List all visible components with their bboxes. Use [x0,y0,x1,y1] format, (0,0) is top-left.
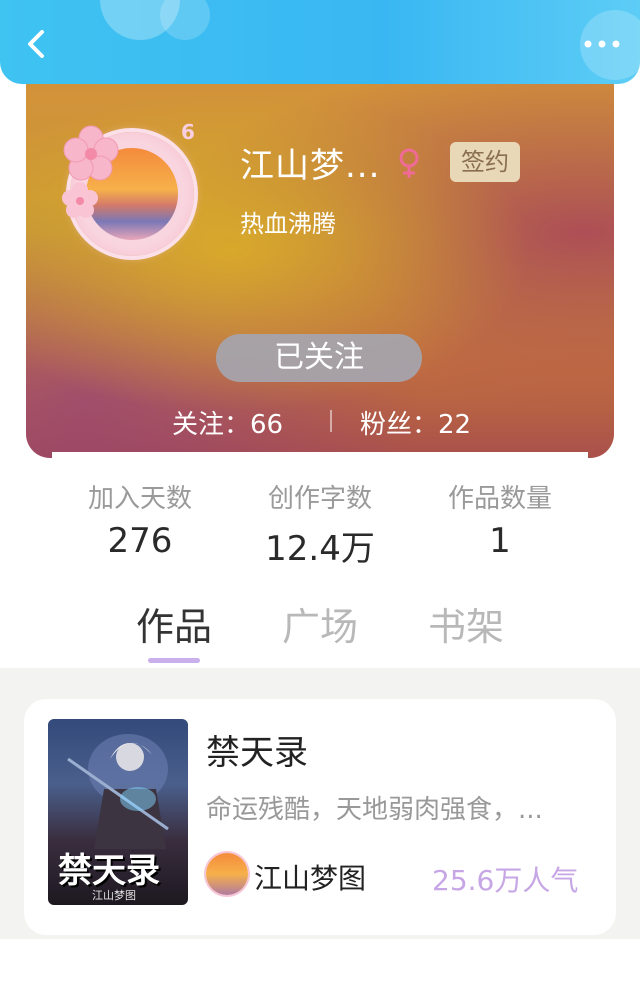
cover-title: 禁天录 [58,851,160,891]
decor-bubble [160,0,210,40]
follow-counts: 关注：66 粉丝：22 [26,400,614,440]
sakura-flower-icon [62,182,98,218]
more-dots-icon [584,40,620,48]
stat-works-count: 作品数量 1 [420,478,580,561]
stat-label: 创作字数 [267,484,372,514]
tab-bookshelf[interactable]: 书架 [406,596,526,651]
cover-author: 江山梦图 [92,889,136,902]
divider [330,410,332,432]
stat-value: 12.4万 [265,529,375,569]
stat-value: 276 [107,521,173,561]
signed-badge: 签约 [450,142,520,182]
stats-card: 加入天数 276 创作字数 12.4万 作品数量 1 [52,452,588,580]
top-bar [0,0,640,84]
tab-works[interactable]: 作品 [114,596,234,651]
profile-header-card: 6 江山梦... 签约 热血沸腾 已关注 关注：66 粉丝：22 [26,82,614,458]
avatar[interactable]: 6 [56,118,216,268]
stat-value: 1 [489,521,511,561]
female-icon [399,148,419,178]
stat-label: 加入天数 [87,484,192,514]
username: 江山梦... [240,146,381,186]
book-description: 命运残酷，天地弱肉强食，... [206,795,543,825]
tab-square[interactable]: 广场 [260,596,380,651]
chevron-left-icon [28,30,44,58]
stat-label: 作品数量 [447,484,552,514]
tab-active-indicator [148,658,200,663]
user-tagline: 热血沸腾 [240,210,336,238]
book-popularity: 25.6万人气 [432,864,579,897]
stat-word-count: 创作字数 12.4万 [240,478,400,570]
works-list: 禁天录 江山梦图 禁天录 命运残酷，天地弱肉强食，... 江山梦图 25.6万人… [0,668,640,939]
book-cover[interactable]: 禁天录 江山梦图 [48,719,188,905]
level-badge: 6 [181,120,195,144]
book-title[interactable]: 禁天录 [206,725,308,774]
back-button[interactable] [18,26,54,62]
tab-bar: 作品 广场 书架 [0,596,640,668]
following-count[interactable]: 关注：66 [172,404,283,441]
book-card[interactable]: 禁天录 江山梦图 禁天录 命运残酷，天地弱肉强食，... 江山梦图 25.6万人… [24,699,616,935]
stat-join-days: 加入天数 276 [60,478,220,561]
follow-button[interactable]: 已关注 [216,334,422,382]
fans-count[interactable]: 粉丝：22 [360,404,471,441]
author-name: 江山梦图 [254,862,367,895]
more-button[interactable] [582,32,622,56]
author-avatar [206,853,248,895]
